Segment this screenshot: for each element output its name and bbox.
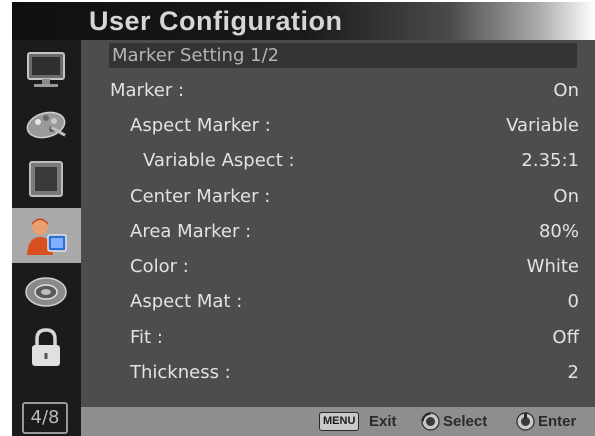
push-knob-icon	[516, 412, 535, 431]
exit-hint: Exit	[369, 413, 397, 430]
enter-hint: Enter	[538, 413, 577, 430]
menu-item-label: Variable Aspect :	[143, 150, 295, 171]
sidebar-item-user-config[interactable]	[12, 208, 81, 263]
user-config-icon	[27, 218, 67, 255]
menu-item-aspect-marker[interactable]: Aspect Marker : Variable	[81, 112, 595, 142]
select-hint: Select	[443, 413, 488, 430]
menu-item-thickness[interactable]: Thickness : 2	[81, 359, 595, 389]
menu-panel: Marker Setting 1/2 Marker : On Aspect Ma…	[81, 40, 595, 407]
menu-item-label: Center Marker :	[130, 186, 271, 207]
menu-item-label: Marker :	[110, 80, 185, 101]
sidebar-item-control[interactable]	[12, 264, 81, 319]
menu-item-center-marker[interactable]: Center Marker : On	[81, 183, 595, 213]
page-indicator: 4/8	[22, 402, 68, 434]
menu-key-icon: MENU	[319, 412, 360, 431]
menu-item-value: 2.35:1	[521, 150, 579, 171]
sidebar-item-lock[interactable]	[12, 320, 81, 375]
menu-item-value: Off	[552, 327, 579, 348]
menu-item-label: Aspect Mat :	[130, 291, 243, 312]
monitor-icon	[27, 52, 65, 87]
osd-screen: User Configuration 4/8 Marker Setting 1/…	[12, 2, 595, 436]
menu-item-color[interactable]: Color : White	[81, 253, 595, 283]
menu-item-value: 0	[567, 291, 579, 312]
sidebar-item-monitor[interactable]	[12, 42, 81, 97]
rotate-knob-icon	[421, 412, 440, 431]
menu-item-value: 80%	[538, 221, 579, 242]
section-title: Marker Setting 1/2	[112, 45, 280, 66]
dial-icon	[25, 277, 67, 307]
sidebar: 4/8	[12, 40, 81, 436]
menu-item-label: Area Marker :	[130, 221, 252, 242]
sidebar-item-color[interactable]	[12, 97, 81, 152]
menu-item-value: 2	[567, 362, 579, 383]
menu-item-value: Variable	[506, 115, 579, 136]
menu-item-fit[interactable]: Fit : Off	[81, 324, 595, 354]
menu-item-label: Color :	[130, 256, 189, 277]
header-bar: User Configuration	[12, 2, 595, 40]
menu-item-aspect-mat[interactable]: Aspect Mat : 0	[81, 288, 595, 318]
menu-item-value: On	[553, 186, 579, 207]
menu-item-label: Fit :	[130, 327, 163, 348]
menu-item-marker[interactable]: Marker : On	[81, 77, 595, 107]
menu-item-variable-aspect[interactable]: Variable Aspect : 2.35:1	[81, 147, 595, 177]
footer-bar: MENU Exit Select Enter	[81, 407, 595, 436]
screen-frame-icon	[29, 161, 63, 197]
menu-item-area-marker[interactable]: Area Marker : 80%	[81, 218, 595, 248]
page-title: User Configuration	[89, 6, 343, 36]
lock-icon	[32, 328, 60, 366]
menu-item-label: Thickness :	[130, 362, 231, 383]
section-header: Marker Setting 1/2	[109, 43, 577, 68]
menu-item-value: White	[526, 256, 579, 277]
menu-item-value: On	[553, 80, 579, 101]
palette-icon	[26, 111, 66, 139]
sidebar-item-display[interactable]	[12, 152, 81, 207]
menu-item-label: Aspect Marker :	[130, 115, 271, 136]
